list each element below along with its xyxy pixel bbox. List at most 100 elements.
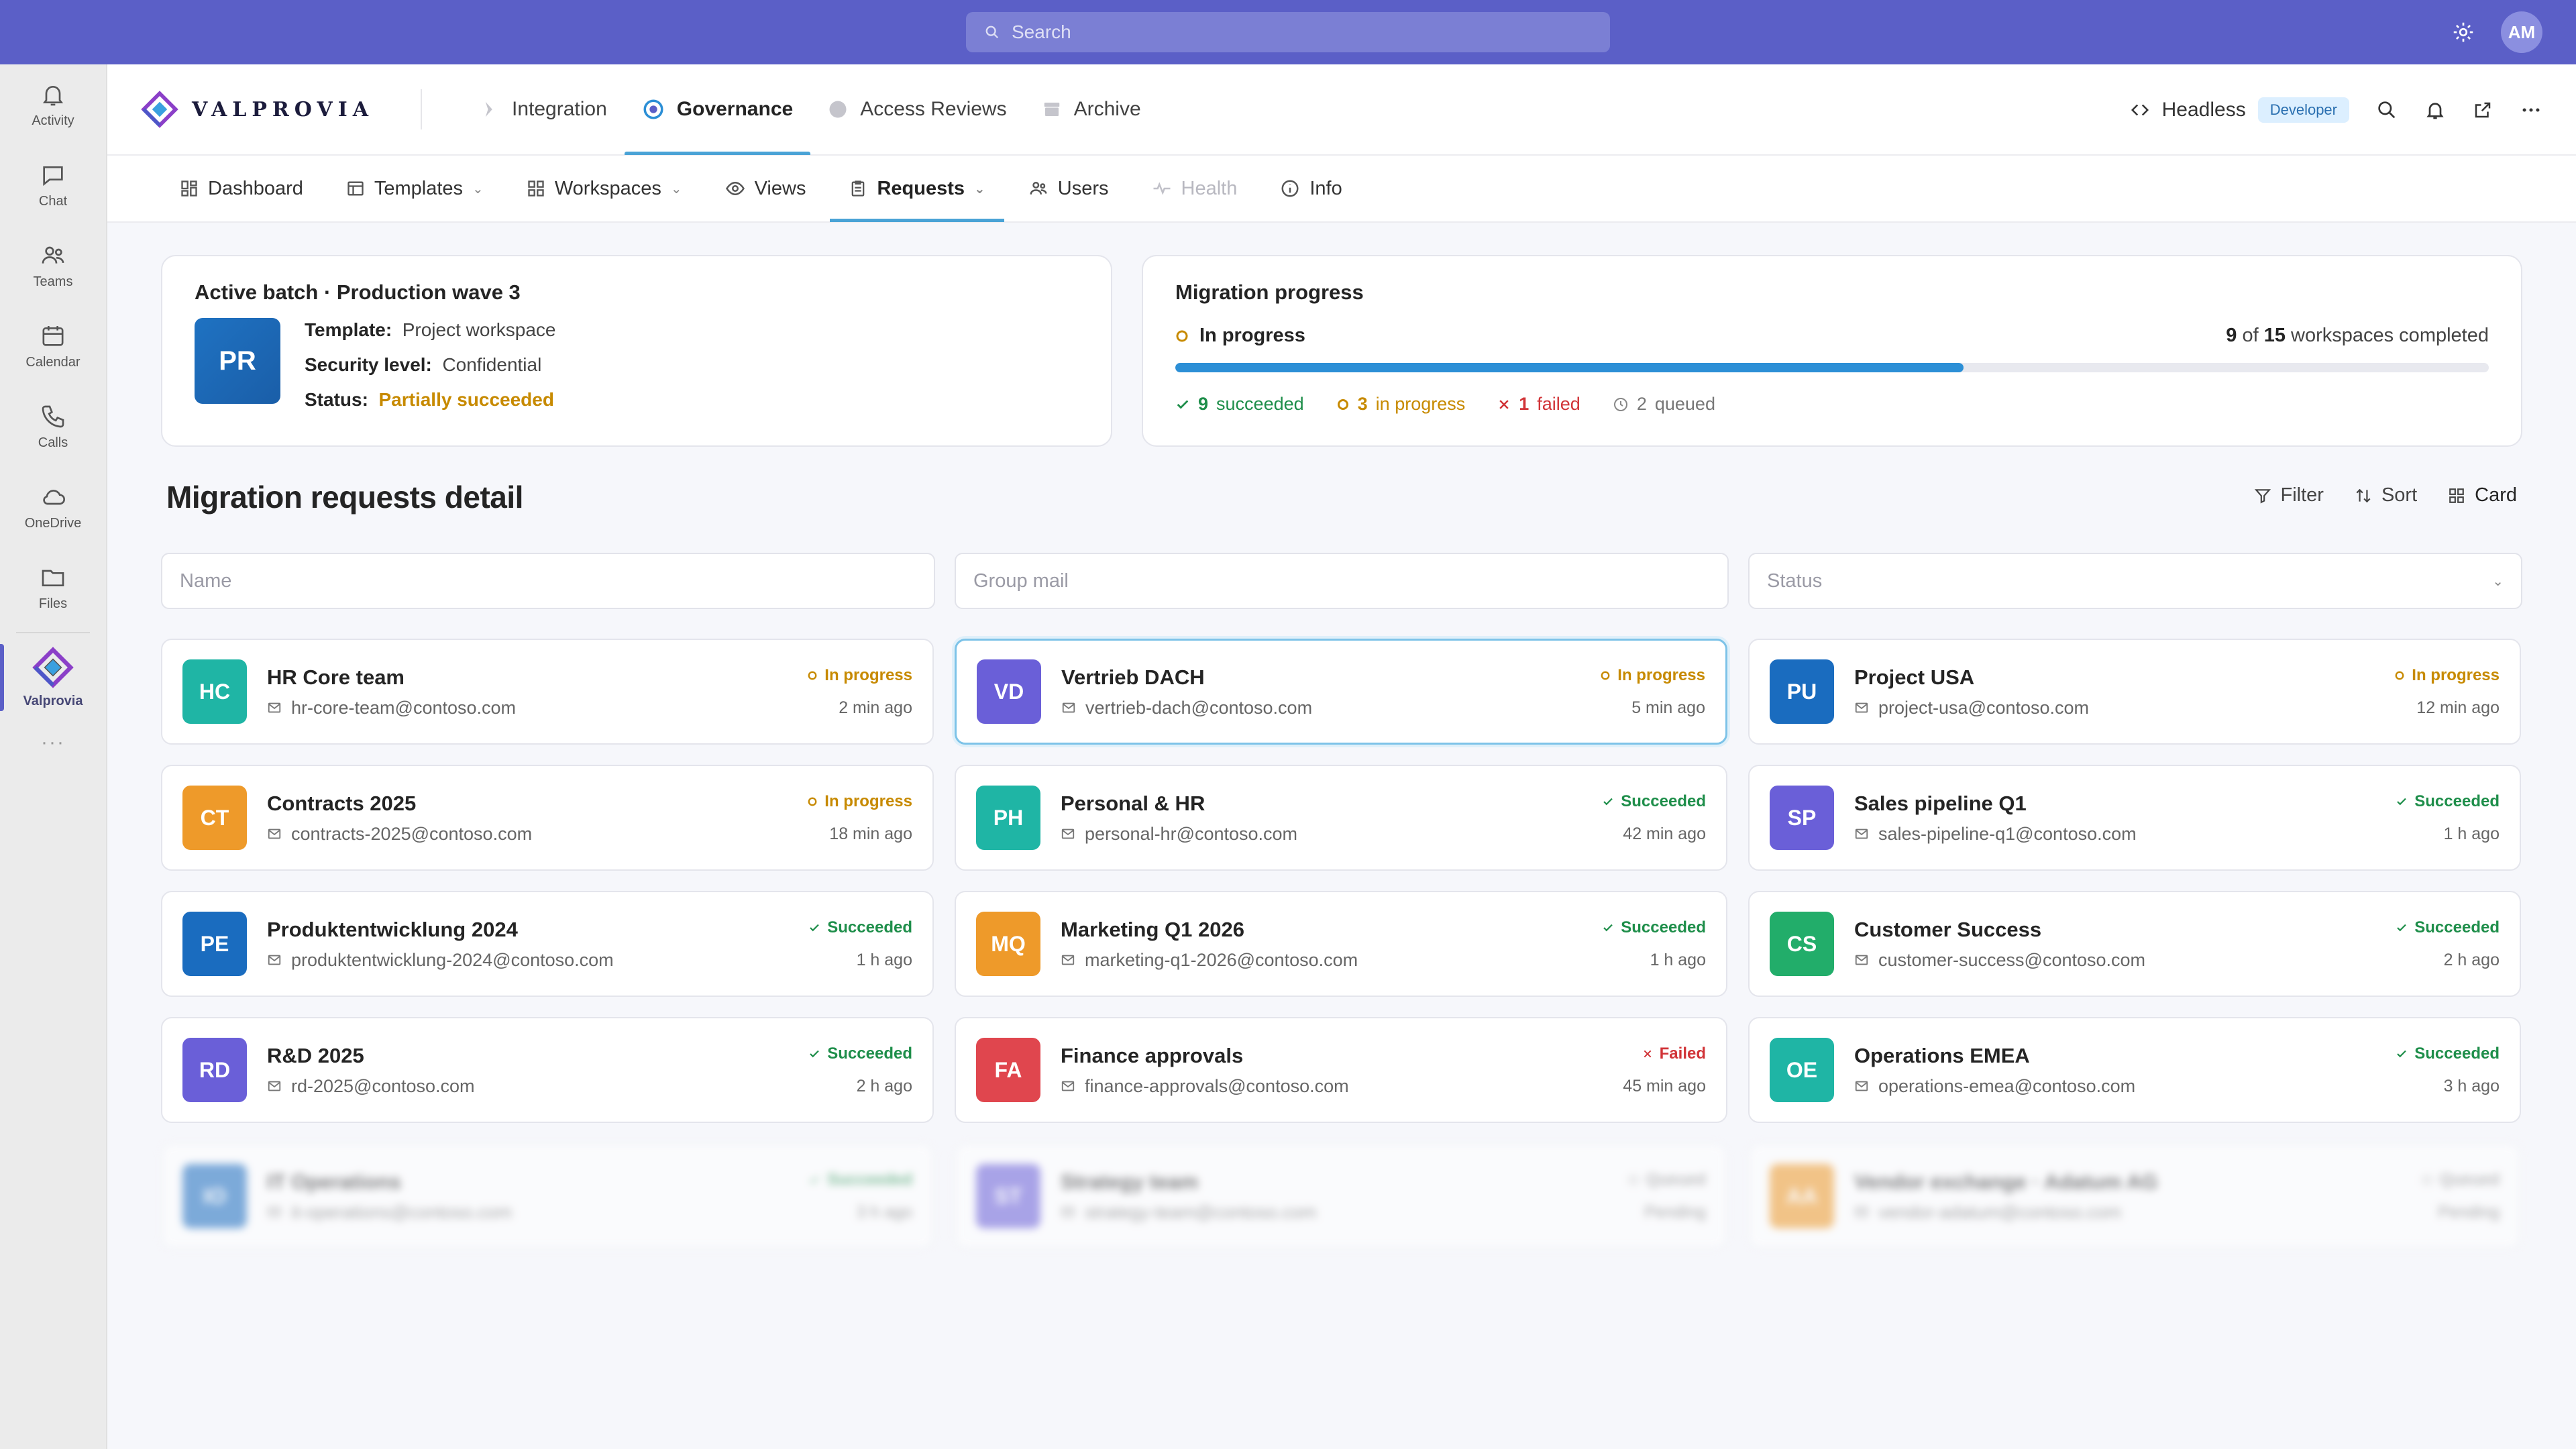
subtab-templates[interactable]: Templates ⌄: [327, 155, 502, 222]
sort-button[interactable]: Sort: [2355, 484, 2417, 506]
request-time: 18 min ago: [829, 824, 912, 843]
tab-integration[interactable]: Integration: [462, 64, 625, 155]
group-mail-filter-input[interactable]: Group mail: [955, 553, 1729, 609]
request-card[interactable]: PE Produktentwicklung 2024 produktentwickl…: [161, 891, 934, 997]
rail-label: Calendar: [25, 354, 80, 370]
request-card[interactable]: FA Finance approvals finance-approvals@con…: [955, 1017, 1727, 1123]
mail-icon: [1855, 828, 1868, 839]
rail-item-calls[interactable]: Calls: [0, 386, 106, 467]
subtab-views[interactable]: Views: [706, 155, 825, 222]
request-card[interactable]: CS Customer Success customer-success@conto…: [1748, 891, 2521, 997]
rail-item-chat[interactable]: Chat: [0, 145, 106, 225]
batch-avatar: PR: [195, 318, 280, 404]
request-card[interactable]: VD Vertrieb DACH vertrieb-dach@contoso.com…: [955, 639, 1727, 745]
request-card[interactable]: IO IT Operations it-operations@contoso.com…: [161, 1143, 934, 1249]
queued-icon: [1628, 1175, 1638, 1185]
progress-stats: 9 succeeded 3 in progress 1 failed 2 queued: [1175, 394, 2489, 415]
user-avatar[interactable]: AM: [2501, 11, 2542, 53]
stat-succeeded: 9 succeeded: [1175, 394, 1304, 415]
tab-label: Integration: [512, 98, 607, 120]
rail-label: OneDrive: [24, 515, 82, 531]
rail-item-valprovia[interactable]: Valprovia: [0, 637, 106, 718]
request-card[interactable]: RD R&D 2025 rd-2025@contoso.com Succeeded 2 …: [161, 1017, 934, 1123]
request-avatar: PE: [182, 912, 247, 976]
request-mail: it-operations@contoso.com: [267, 1202, 808, 1223]
request-card[interactable]: MQ Marketing Q1 2026 marketing-q1-2026@con…: [955, 891, 1727, 997]
tab-governance[interactable]: Governance: [624, 64, 811, 155]
tab-archive[interactable]: Archive: [1024, 64, 1159, 155]
chat-icon: [43, 166, 63, 186]
eye-icon: [725, 181, 745, 196]
request-name: HR Core team: [267, 665, 405, 689]
request-name: IT Operations: [267, 1169, 401, 1193]
request-card[interactable]: ST Strategy team strategy-team@contoso.com…: [955, 1143, 1727, 1249]
subtab-info[interactable]: Info: [1261, 155, 1360, 222]
subtab-dashboard[interactable]: Dashboard: [161, 155, 322, 222]
request-name: Personal & HR: [1061, 791, 1205, 815]
mail-icon: [1061, 1207, 1075, 1218]
more-options-icon[interactable]: [2520, 99, 2542, 121]
request-time: Pending: [1644, 1202, 1706, 1222]
gear-icon[interactable]: [2451, 20, 2475, 44]
rail-item-files[interactable]: Files: [0, 547, 106, 628]
request-mail: sales-pipeline-q1@contoso.com: [1854, 824, 2396, 845]
search-box[interactable]: Search: [966, 12, 1610, 52]
request-card[interactable]: HC HR Core team hr-core-team@contoso.com In…: [161, 639, 934, 745]
subtab-users[interactable]: Users: [1010, 155, 1128, 222]
filter-button[interactable]: Filter: [2254, 484, 2324, 506]
rail-item-teams[interactable]: Teams: [0, 225, 106, 306]
clock-icon: [1613, 397, 1627, 411]
request-avatar: OE: [1770, 1038, 1834, 1102]
status-filter-select[interactable]: Status ⌄: [1748, 553, 2522, 609]
name-filter-input[interactable]: Name: [161, 553, 935, 609]
request-name: Project USA: [1854, 665, 1975, 689]
batch-title: Active batch · Production wave 3: [195, 280, 521, 304]
card-view-button[interactable]: Card: [2448, 484, 2517, 506]
request-time: Pending: [2438, 1202, 2500, 1222]
view-label: Card: [2475, 484, 2517, 506]
valprovia-logo-icon: [141, 91, 178, 128]
progress-bar-fill: [1175, 363, 1964, 372]
rail-item-calendar[interactable]: Calendar: [0, 306, 106, 386]
request-name: Customer Success: [1854, 917, 2042, 941]
mail-icon: [1855, 702, 1868, 713]
governance-icon: [643, 99, 663, 119]
subtab-workspaces[interactable]: Workspaces ⌄: [508, 155, 701, 222]
request-name: Contracts 2025: [267, 791, 417, 815]
request-card[interactable]: OE Operations EMEA operations-emea@contoso…: [1748, 1017, 2521, 1123]
rail-label: Valprovia: [23, 693, 83, 708]
request-name: Finance approvals: [1061, 1043, 1244, 1067]
stat-failed: 1 failed: [1497, 394, 1580, 415]
in-progress-icon: [1601, 671, 1610, 680]
progress-bar: [1175, 363, 2489, 372]
check-icon: [2397, 798, 2407, 805]
request-card[interactable]: SP Sales pipeline Q1 sales-pipeline-q1@con…: [1748, 765, 2521, 871]
request-card[interactable]: PH Personal & HR personal-hr@contoso.com Su…: [955, 765, 1727, 871]
search-icon: [985, 25, 999, 39]
subtab-label: Templates: [374, 177, 464, 199]
valprovia-logo[interactable]: VALPROVIA: [141, 89, 422, 129]
subtab-label: Health: [1181, 177, 1238, 199]
headless-link[interactable]: Headless Developer: [2130, 97, 2349, 123]
request-time: 1 h ago: [856, 950, 912, 969]
subtab-requests[interactable]: Requests ⌄: [830, 155, 1005, 222]
request-avatar: ST: [976, 1164, 1040, 1228]
shield-icon: [829, 101, 847, 118]
tab-access-reviews[interactable]: Access Reviews: [810, 64, 1024, 155]
request-status: In progress: [1600, 666, 1705, 685]
x-icon: [1499, 399, 1509, 409]
rail-item-onedrive[interactable]: OneDrive: [0, 467, 106, 547]
open-external-icon[interactable]: [2473, 100, 2493, 120]
more-apps-icon[interactable]: ···: [0, 731, 106, 754]
request-status: Succeeded: [1602, 918, 1706, 937]
folder-icon: [42, 570, 64, 586]
request-time: 45 min ago: [1623, 1076, 1706, 1095]
search-icon[interactable]: [2376, 99, 2398, 121]
request-card[interactable]: PU Project USA project-usa@contoso.com In p…: [1748, 639, 2521, 745]
bell-icon[interactable]: [2424, 99, 2446, 121]
rail-item-activity[interactable]: Activity: [0, 64, 106, 145]
headless-label: Headless: [2161, 99, 2246, 121]
request-card[interactable]: AA Vendor exchange · Adatum AG vendor-adat…: [1748, 1143, 2521, 1249]
request-card[interactable]: CT Contracts 2025 contracts-2025@contoso.c…: [161, 765, 934, 871]
request-name: Strategy team: [1061, 1169, 1199, 1193]
